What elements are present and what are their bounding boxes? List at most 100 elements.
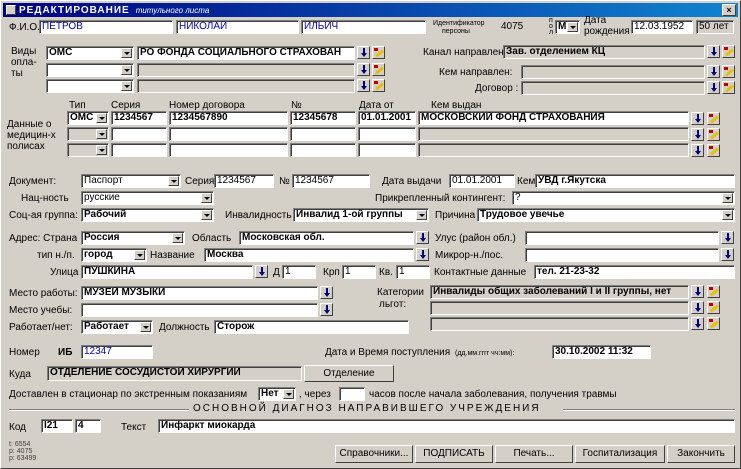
download-icon[interactable] — [691, 317, 704, 330]
nationality-select[interactable]: русские — [81, 191, 214, 205]
policy-contract-1[interactable]: 1234567890 — [169, 111, 288, 125]
chevron-down-icon[interactable] — [172, 233, 183, 243]
download-icon[interactable] — [691, 301, 704, 314]
chevron-down-icon[interactable] — [283, 389, 294, 399]
download-icon[interactable] — [357, 79, 370, 92]
works-select[interactable]: Работает — [81, 320, 153, 334]
document-issuer-field[interactable]: УВД г.Якутска — [535, 174, 735, 188]
edit-icon[interactable] — [707, 144, 720, 157]
policy-series-3[interactable] — [111, 143, 167, 157]
download-icon[interactable] — [357, 63, 370, 76]
korp-field[interactable]: 1 — [342, 265, 376, 279]
download-icon[interactable] — [416, 248, 429, 261]
chevron-down-icon[interactable] — [140, 322, 151, 332]
policy-type-1[interactable]: ОМС — [67, 111, 109, 125]
kv-field[interactable]: 1 — [396, 265, 430, 279]
policy-date-3[interactable] — [358, 143, 416, 157]
chevron-down-icon[interactable] — [416, 210, 427, 220]
policy-contract-3[interactable] — [169, 143, 288, 157]
settlement-type-select[interactable]: город — [81, 248, 147, 262]
hospitalize-button[interactable]: Госпитализация — [575, 445, 665, 463]
chevron-down-icon[interactable] — [722, 210, 733, 220]
chevron-down-icon[interactable] — [96, 113, 107, 123]
download-icon[interactable] — [707, 65, 720, 78]
chevron-down-icon[interactable] — [121, 48, 132, 58]
download-icon[interactable] — [721, 231, 734, 244]
code-sub-field[interactable]: 4 — [75, 419, 101, 433]
admit-datetime-field[interactable]: 30.10.2002 11:32 — [552, 345, 651, 359]
document-type-select[interactable]: Паспорт — [81, 174, 181, 188]
payment-type-3[interactable] — [46, 79, 134, 93]
policy-contract-2[interactable] — [169, 127, 288, 141]
chevron-down-icon[interactable] — [722, 193, 733, 203]
chevron-down-icon[interactable] — [96, 145, 107, 155]
chevron-down-icon[interactable] — [121, 65, 132, 75]
chevron-down-icon[interactable] — [96, 129, 107, 139]
first-name-field[interactable]: НИКОЛАЙ — [176, 20, 299, 34]
hours-field[interactable] — [339, 387, 365, 401]
reason-select[interactable]: Трудовое увечье — [477, 208, 735, 222]
chevron-down-icon[interactable] — [168, 176, 179, 186]
chevron-down-icon[interactable] — [201, 210, 212, 220]
print-button[interactable]: Печать... — [495, 445, 573, 463]
policy-type-2[interactable] — [67, 127, 109, 141]
edit-icon[interactable] — [707, 317, 720, 330]
chevron-down-icon[interactable] — [121, 81, 132, 91]
download-icon[interactable] — [707, 81, 720, 94]
position-field[interactable]: Сторож — [214, 320, 409, 334]
download-icon[interactable] — [721, 248, 734, 261]
download-icon[interactable] — [416, 231, 429, 244]
download-icon[interactable] — [691, 128, 704, 141]
document-series-field[interactable]: 1234567 — [214, 174, 274, 188]
policy-date-1[interactable]: 01.01.2001 — [358, 111, 416, 125]
download-icon[interactable] — [691, 144, 704, 157]
download-icon[interactable] — [357, 46, 370, 59]
edit-icon[interactable] — [372, 79, 385, 92]
download-icon[interactable] — [320, 303, 333, 316]
social-group-select[interactable]: Рабочий — [81, 208, 214, 222]
birth-date-field[interactable]: 12.03.1952 — [631, 20, 693, 34]
edit-icon[interactable] — [707, 285, 720, 298]
contingent-select[interactable]: ? — [512, 191, 735, 205]
chevron-down-icon[interactable] — [134, 250, 145, 260]
download-icon[interactable] — [691, 112, 704, 125]
policy-series-2[interactable] — [111, 127, 167, 141]
download-icon[interactable] — [691, 285, 704, 298]
download-icon[interactable] — [255, 265, 268, 278]
document-number-field[interactable]: 1234567 — [292, 174, 370, 188]
policy-number-2[interactable] — [290, 127, 356, 141]
house-field[interactable]: 1 — [282, 265, 316, 279]
policy-date-2[interactable] — [358, 127, 416, 141]
edit-icon[interactable] — [722, 81, 735, 94]
payment-type-1[interactable]: ОМС — [46, 46, 134, 60]
edit-icon[interactable] — [372, 46, 385, 59]
policy-number-3[interactable] — [290, 143, 356, 157]
download-icon[interactable] — [320, 286, 333, 299]
sign-button[interactable]: ПОДПИСАТЬ — [415, 445, 493, 463]
record-number-field[interactable]: 12347 — [81, 345, 153, 359]
policy-type-3[interactable] — [67, 143, 109, 157]
close-icon[interactable]: × — [722, 4, 736, 16]
edit-icon[interactable] — [722, 45, 735, 58]
policy-series-1[interactable]: 1234567 — [111, 111, 167, 125]
edit-icon[interactable] — [722, 65, 735, 78]
chevron-down-icon[interactable] — [567, 22, 578, 32]
dept-button[interactable]: Отделение — [304, 365, 394, 382]
code-field[interactable]: I21 — [41, 419, 73, 433]
work-place-field[interactable]: МУЗЕЙ МУЗЫКИ — [81, 286, 318, 300]
chevron-down-icon[interactable] — [201, 193, 212, 203]
country-select[interactable]: Россия — [81, 231, 185, 245]
emergency-select[interactable]: Нет — [258, 387, 296, 401]
edit-icon[interactable] — [707, 128, 720, 141]
sex-select[interactable]: М — [555, 20, 580, 34]
last-name-field[interactable]: ПЕТРОВ — [39, 20, 173, 34]
payment-type-2[interactable] — [46, 63, 134, 77]
policy-number-1[interactable]: 12345678 — [290, 111, 356, 125]
finish-button[interactable]: Закончить — [667, 445, 735, 463]
edit-icon[interactable] — [372, 63, 385, 76]
contacts-field[interactable]: тел. 21-23-32 — [534, 265, 735, 279]
middle-name-field[interactable]: ИЛЬИЧ — [301, 20, 426, 34]
edit-icon[interactable] — [707, 112, 720, 125]
references-button[interactable]: Справочники... — [335, 445, 413, 463]
document-date-field[interactable]: 01.01.2001 — [449, 174, 515, 188]
